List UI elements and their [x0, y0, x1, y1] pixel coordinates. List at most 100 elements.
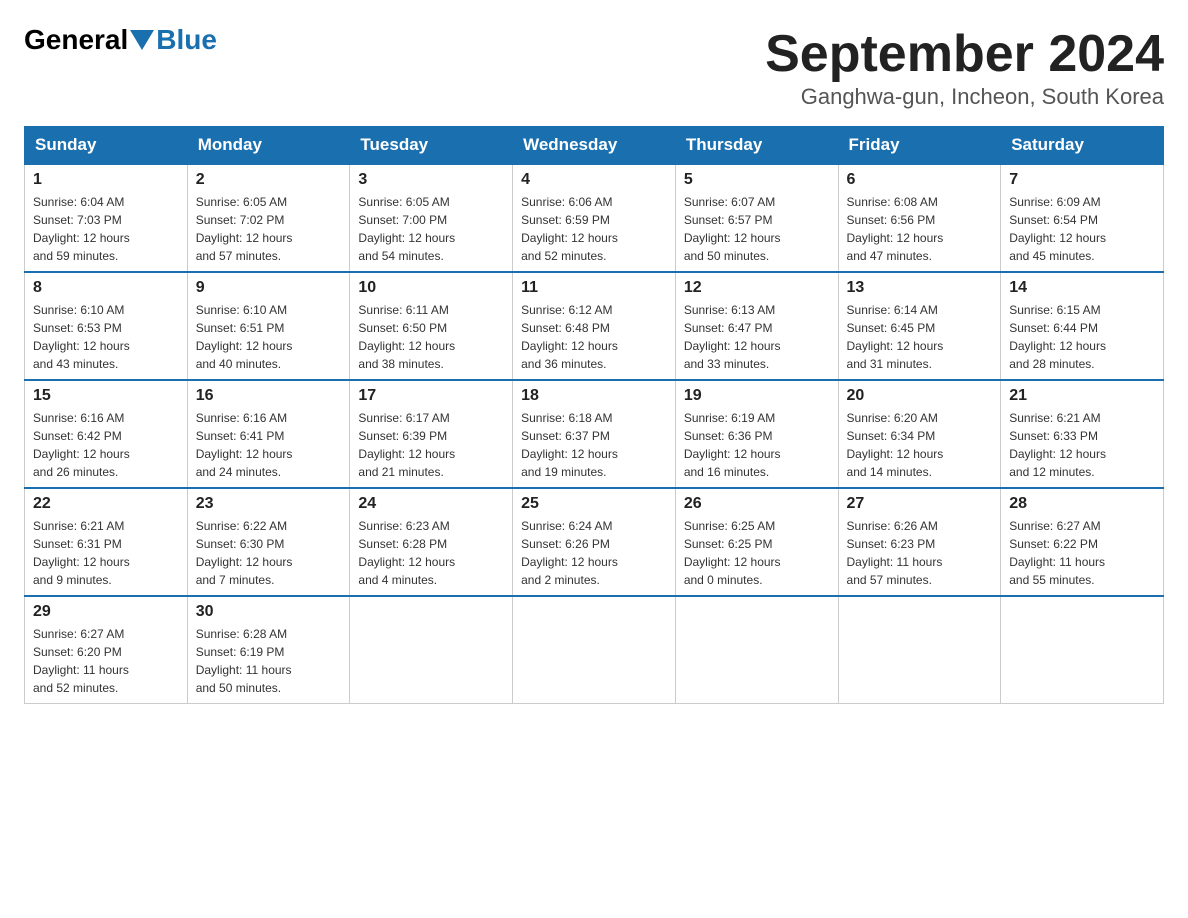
logo-triangle-icon	[130, 30, 154, 50]
title-section: September 2024 Ganghwa-gun, Incheon, Sou…	[765, 24, 1164, 110]
day-info: Sunrise: 6:07 AMSunset: 6:57 PMDaylight:…	[684, 195, 781, 263]
header-cell-saturday: Saturday	[1001, 127, 1164, 165]
day-number: 15	[33, 387, 179, 405]
day-number: 28	[1009, 495, 1155, 513]
day-cell: 30 Sunrise: 6:28 AMSunset: 6:19 PMDayligh…	[187, 596, 350, 704]
logo-general-text: General	[24, 24, 128, 56]
day-info: Sunrise: 6:28 AMSunset: 6:19 PMDaylight:…	[196, 627, 292, 695]
header-cell-monday: Monday	[187, 127, 350, 165]
week-row-2: 8Sunrise: 6:10 AMSunset: 6:53 PMDaylight…	[25, 272, 1164, 380]
day-info: Sunrise: 6:12 AMSunset: 6:48 PMDaylight:…	[521, 303, 618, 371]
day-number: 3	[358, 171, 504, 189]
day-cell	[838, 596, 1001, 704]
day-number: 23	[196, 495, 342, 513]
week-row-1: 1 Sunrise: 6:04 AMSunset: 7:03 PMDaylight…	[25, 164, 1164, 272]
logo: General Blue	[24, 24, 217, 56]
header-cell-tuesday: Tuesday	[350, 127, 513, 165]
day-cell: 2Sunrise: 6:05 AMSunset: 7:02 PMDaylight…	[187, 164, 350, 272]
header-row: SundayMondayTuesdayWednesdayThursdayFrid…	[25, 127, 1164, 165]
day-info: Sunrise: 6:06 AMSunset: 6:59 PMDaylight:…	[521, 195, 618, 263]
day-number: 1	[33, 171, 179, 189]
day-cell: 26 Sunrise: 6:25 AMSunset: 6:25 PMDayligh…	[675, 488, 838, 596]
day-number: 4	[521, 171, 667, 189]
day-cell: 12Sunrise: 6:13 AMSunset: 6:47 PMDayligh…	[675, 272, 838, 380]
day-cell: 6Sunrise: 6:08 AMSunset: 6:56 PMDaylight…	[838, 164, 1001, 272]
header-cell-thursday: Thursday	[675, 127, 838, 165]
day-info: Sunrise: 6:22 AMSunset: 6:30 PMDaylight:…	[196, 519, 293, 587]
day-cell: 9Sunrise: 6:10 AMSunset: 6:51 PMDaylight…	[187, 272, 350, 380]
day-info: Sunrise: 6:16 AMSunset: 6:42 PMDaylight:…	[33, 411, 130, 479]
day-cell: 27 Sunrise: 6:26 AMSunset: 6:23 PMDayligh…	[838, 488, 1001, 596]
day-number: 11	[521, 279, 667, 297]
day-cell: 11 Sunrise: 6:12 AMSunset: 6:48 PMDayligh…	[513, 272, 676, 380]
day-info: Sunrise: 6:04 AMSunset: 7:03 PMDaylight:…	[33, 195, 130, 263]
week-row-5: 29 Sunrise: 6:27 AMSunset: 6:20 PMDayligh…	[25, 596, 1164, 704]
day-number: 6	[847, 171, 993, 189]
day-number: 18	[521, 387, 667, 405]
day-number: 29	[33, 603, 179, 621]
week-row-3: 15 Sunrise: 6:16 AMSunset: 6:42 PMDayligh…	[25, 380, 1164, 488]
day-number: 24	[358, 495, 504, 513]
day-info: Sunrise: 6:24 AMSunset: 6:26 PMDaylight:…	[521, 519, 618, 587]
header-cell-wednesday: Wednesday	[513, 127, 676, 165]
day-cell	[675, 596, 838, 704]
day-info: Sunrise: 6:20 AMSunset: 6:34 PMDaylight:…	[847, 411, 944, 479]
day-info: Sunrise: 6:14 AMSunset: 6:45 PMDaylight:…	[847, 303, 944, 371]
day-info: Sunrise: 6:26 AMSunset: 6:23 PMDaylight:…	[847, 519, 943, 587]
day-info: Sunrise: 6:25 AMSunset: 6:25 PMDaylight:…	[684, 519, 781, 587]
day-cell: 4 Sunrise: 6:06 AMSunset: 6:59 PMDaylight…	[513, 164, 676, 272]
day-cell: 5Sunrise: 6:07 AMSunset: 6:57 PMDaylight…	[675, 164, 838, 272]
day-info: Sunrise: 6:16 AMSunset: 6:41 PMDaylight:…	[196, 411, 293, 479]
day-cell	[350, 596, 513, 704]
day-cell: 8Sunrise: 6:10 AMSunset: 6:53 PMDaylight…	[25, 272, 188, 380]
day-cell: 15 Sunrise: 6:16 AMSunset: 6:42 PMDayligh…	[25, 380, 188, 488]
day-info: Sunrise: 6:21 AMSunset: 6:31 PMDaylight:…	[33, 519, 130, 587]
day-cell: 10 Sunrise: 6:11 AMSunset: 6:50 PMDayligh…	[350, 272, 513, 380]
day-cell: 14 Sunrise: 6:15 AMSunset: 6:44 PMDayligh…	[1001, 272, 1164, 380]
day-number: 10	[358, 279, 504, 297]
day-info: Sunrise: 6:09 AMSunset: 6:54 PMDaylight:…	[1009, 195, 1106, 263]
day-cell: 7 Sunrise: 6:09 AMSunset: 6:54 PMDaylight…	[1001, 164, 1164, 272]
day-cell: 13Sunrise: 6:14 AMSunset: 6:45 PMDayligh…	[838, 272, 1001, 380]
day-info: Sunrise: 6:27 AMSunset: 6:20 PMDaylight:…	[33, 627, 129, 695]
day-cell: 18 Sunrise: 6:18 AMSunset: 6:37 PMDayligh…	[513, 380, 676, 488]
day-cell: 3 Sunrise: 6:05 AMSunset: 7:00 PMDaylight…	[350, 164, 513, 272]
day-cell: 1 Sunrise: 6:04 AMSunset: 7:03 PMDaylight…	[25, 164, 188, 272]
day-info: Sunrise: 6:15 AMSunset: 6:44 PMDaylight:…	[1009, 303, 1106, 371]
day-number: 8	[33, 279, 179, 297]
day-cell: 23 Sunrise: 6:22 AMSunset: 6:30 PMDayligh…	[187, 488, 350, 596]
calendar-header: SundayMondayTuesdayWednesdayThursdayFrid…	[25, 127, 1164, 165]
day-cell: 29 Sunrise: 6:27 AMSunset: 6:20 PMDayligh…	[25, 596, 188, 704]
day-number: 16	[196, 387, 342, 405]
day-info: Sunrise: 6:13 AMSunset: 6:47 PMDaylight:…	[684, 303, 781, 371]
day-info: Sunrise: 6:11 AMSunset: 6:50 PMDaylight:…	[358, 303, 455, 371]
day-number: 27	[847, 495, 993, 513]
day-info: Sunrise: 6:23 AMSunset: 6:28 PMDaylight:…	[358, 519, 455, 587]
day-cell	[513, 596, 676, 704]
day-number: 2	[196, 171, 342, 189]
day-info: Sunrise: 6:17 AMSunset: 6:39 PMDaylight:…	[358, 411, 455, 479]
day-number: 17	[358, 387, 504, 405]
week-row-4: 22 Sunrise: 6:21 AMSunset: 6:31 PMDayligh…	[25, 488, 1164, 596]
day-info: Sunrise: 6:27 AMSunset: 6:22 PMDaylight:…	[1009, 519, 1105, 587]
day-number: 26	[684, 495, 830, 513]
day-cell: 19Sunrise: 6:19 AMSunset: 6:36 PMDayligh…	[675, 380, 838, 488]
day-cell: 17 Sunrise: 6:17 AMSunset: 6:39 PMDayligh…	[350, 380, 513, 488]
header-cell-sunday: Sunday	[25, 127, 188, 165]
day-number: 22	[33, 495, 179, 513]
day-number: 7	[1009, 171, 1155, 189]
day-number: 30	[196, 603, 342, 621]
day-info: Sunrise: 6:18 AMSunset: 6:37 PMDaylight:…	[521, 411, 618, 479]
day-number: 14	[1009, 279, 1155, 297]
location-text: Ganghwa-gun, Incheon, South Korea	[765, 84, 1164, 110]
day-cell: 20Sunrise: 6:20 AMSunset: 6:34 PMDayligh…	[838, 380, 1001, 488]
day-info: Sunrise: 6:05 AMSunset: 7:00 PMDaylight:…	[358, 195, 455, 263]
day-number: 25	[521, 495, 667, 513]
day-cell: 21Sunrise: 6:21 AMSunset: 6:33 PMDayligh…	[1001, 380, 1164, 488]
day-number: 19	[684, 387, 830, 405]
day-cell: 28 Sunrise: 6:27 AMSunset: 6:22 PMDayligh…	[1001, 488, 1164, 596]
day-number: 9	[196, 279, 342, 297]
day-cell: 22 Sunrise: 6:21 AMSunset: 6:31 PMDayligh…	[25, 488, 188, 596]
page-header: General Blue September 2024 Ganghwa-gun,…	[24, 24, 1164, 110]
calendar-body: 1 Sunrise: 6:04 AMSunset: 7:03 PMDaylight…	[25, 164, 1164, 704]
